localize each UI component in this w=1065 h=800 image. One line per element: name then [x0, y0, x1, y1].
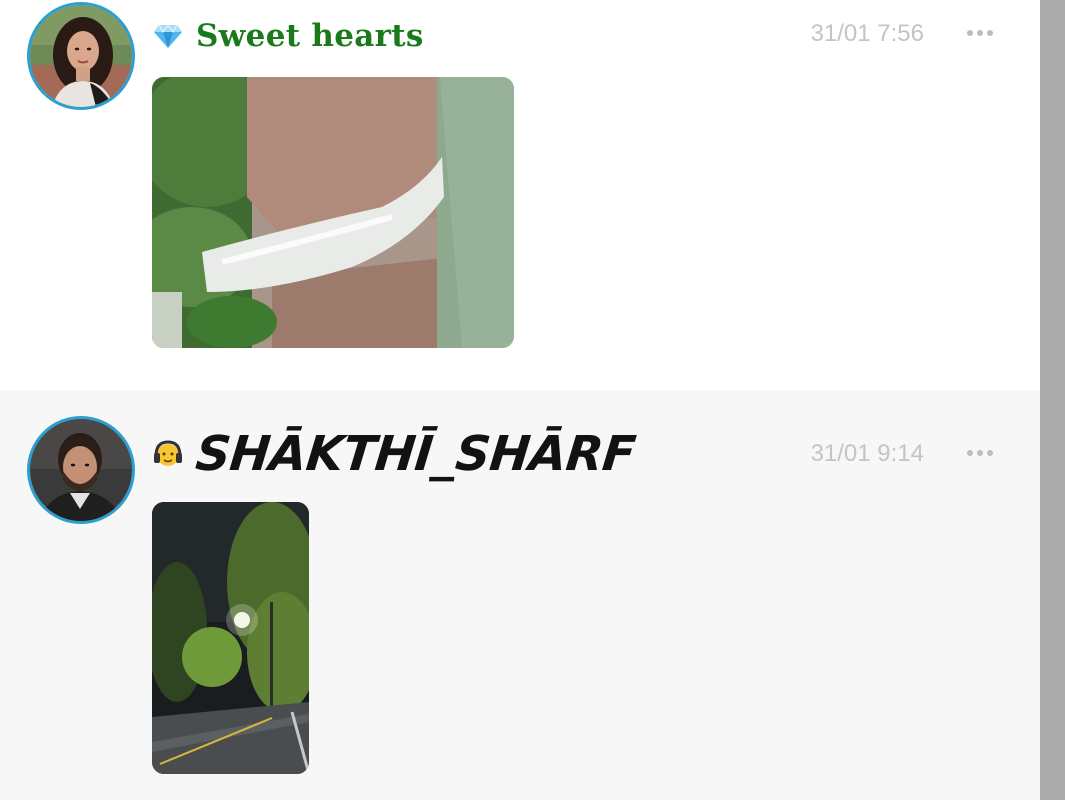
- username[interactable]: Sweet hearts: [196, 18, 424, 54]
- post-feed[interactable]: Sweet hearts 31/01 7:56 SHĀKTHĪ_SHĀRF 31…: [0, 0, 1040, 800]
- user-avatar[interactable]: [27, 2, 135, 110]
- post-timestamp: 31/01 7:56: [810, 20, 924, 47]
- post-item: SHĀKTHĪ_SHĀRF 31/01 9:14: [0, 390, 1040, 800]
- profile-photo-woman: [30, 5, 132, 107]
- username-row: Sweet hearts: [152, 14, 424, 58]
- username[interactable]: SHĀKTHĪ_SHĀRF: [193, 426, 638, 482]
- username-row: SHĀKTHĪ_SHĀRF: [152, 426, 638, 482]
- post-item: Sweet hearts 31/01 7:56: [0, 0, 1040, 390]
- more-options-icon[interactable]: [966, 28, 994, 38]
- scrollbar[interactable]: [1040, 0, 1065, 800]
- user-avatar[interactable]: [27, 416, 135, 524]
- profile-photo-man: [30, 419, 132, 521]
- more-options-icon[interactable]: [966, 448, 994, 458]
- waterfall-photo[interactable]: [152, 77, 514, 348]
- diamond-icon: [152, 20, 184, 52]
- headphones-emoji-icon: [152, 438, 184, 470]
- night-street-photo[interactable]: [152, 502, 309, 774]
- post-timestamp: 31/01 9:14: [810, 440, 924, 467]
